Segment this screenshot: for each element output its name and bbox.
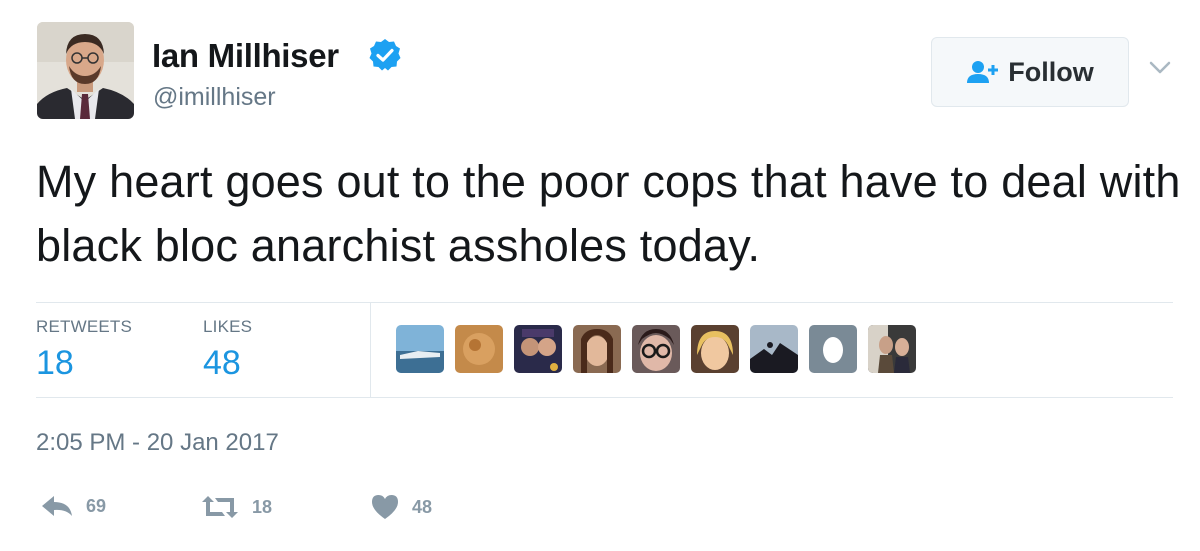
author-handle[interactable]: @imillhiser (153, 82, 276, 112)
liker-avatar[interactable] (868, 325, 916, 373)
author-avatar[interactable] (37, 22, 134, 119)
tweet-timestamp[interactable]: 2:05 PM - 20 Jan 2017 (36, 428, 279, 458)
follow-button[interactable]: Follow (931, 37, 1129, 107)
retweet-button[interactable]: 18 (200, 494, 272, 520)
likes-stat[interactable]: LIKES 48 (203, 316, 252, 384)
likers-avatars (396, 325, 916, 373)
like-count: 48 (412, 496, 433, 517)
liker-avatar[interactable] (691, 325, 739, 373)
likes-value: 48 (203, 344, 241, 382)
reply-count: 69 (86, 495, 107, 516)
follow-button-label: Follow (1008, 56, 1094, 87)
stats-divider-bottom (36, 397, 1173, 398)
liker-avatar[interactable] (396, 325, 444, 373)
retweets-value: 18 (36, 344, 74, 382)
heart-icon (372, 495, 398, 519)
liker-avatar[interactable] (573, 325, 621, 373)
reply-button[interactable]: 69 (40, 494, 106, 518)
chevron-down-icon[interactable] (1148, 60, 1172, 76)
liker-avatar[interactable] (809, 325, 857, 373)
verified-badge-icon (369, 39, 401, 71)
stats-vertical-divider (370, 302, 371, 397)
reply-icon (42, 496, 72, 516)
add-user-icon (967, 61, 999, 83)
liker-avatar[interactable] (632, 325, 680, 373)
retweets-stat[interactable]: RETWEETS 18 (36, 316, 132, 384)
author-name[interactable]: Ian Millhiser (152, 36, 339, 76)
liker-avatar[interactable] (750, 325, 798, 373)
likes-label: LIKES (203, 317, 253, 336)
tweet-text: My heart goes out to the poor cops that … (36, 156, 1181, 271)
stats-divider-top (36, 302, 1173, 303)
liker-avatar[interactable] (455, 325, 503, 373)
retweet-count: 18 (252, 496, 273, 517)
liker-avatar[interactable] (514, 325, 562, 373)
retweet-icon (202, 496, 238, 518)
retweets-label: RETWEETS (36, 317, 133, 336)
avatar-photo (37, 22, 134, 119)
like-button[interactable]: 48 (370, 494, 432, 520)
tweet-card: Ian Millhiser @imillhiser Follow My hear… (0, 0, 1200, 551)
